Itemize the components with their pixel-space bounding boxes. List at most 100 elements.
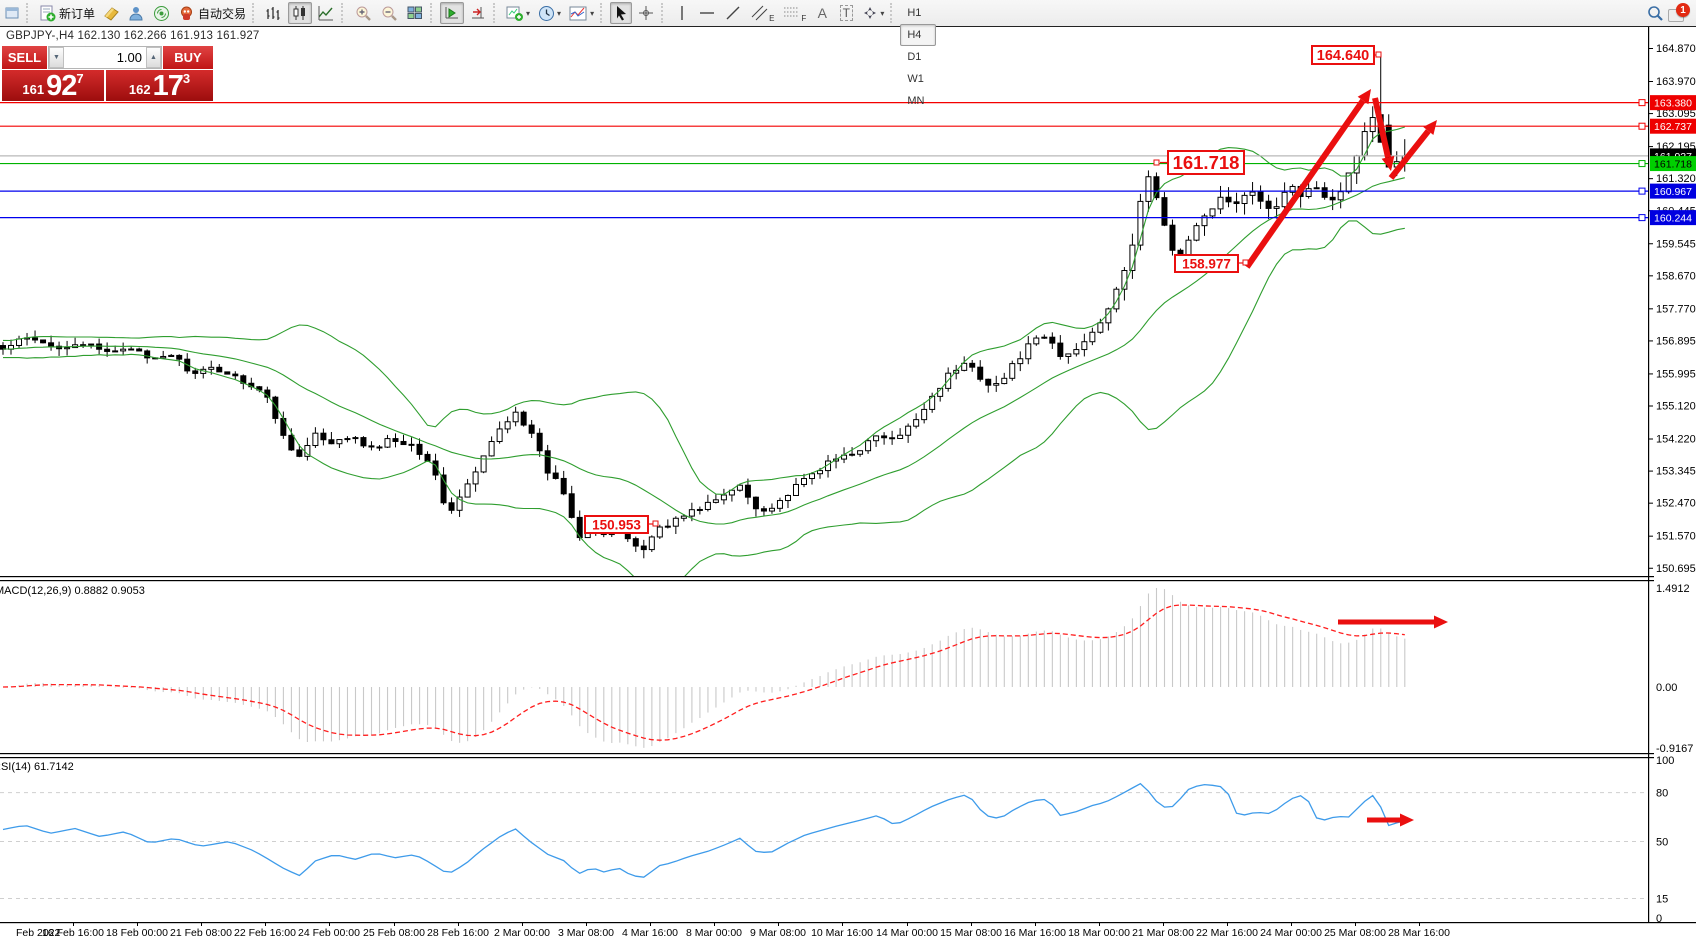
periods-button[interactable]: ▾ bbox=[535, 2, 564, 24]
toolbar-grip bbox=[600, 3, 607, 23]
toolbar-grip bbox=[661, 3, 668, 23]
line-anchor-square[interactable] bbox=[1639, 123, 1645, 129]
hline-tool-button[interactable] bbox=[695, 2, 719, 24]
panel-separator[interactable] bbox=[0, 576, 1654, 577]
new-order-button[interactable]: 新订单 bbox=[36, 2, 98, 24]
time-tick-label: 8 Mar 00:00 bbox=[686, 927, 742, 939]
sell-price-display[interactable]: 161 92 7 bbox=[2, 70, 106, 101]
label-anchor-square[interactable] bbox=[1243, 260, 1248, 265]
text-tool-icon: A bbox=[818, 5, 827, 21]
line-anchor-square[interactable] bbox=[1639, 161, 1645, 167]
shapes-tool-button[interactable]: ▾ bbox=[859, 2, 887, 24]
sell-button[interactable]: SELL bbox=[2, 46, 48, 69]
tf-button-h1[interactable]: H1 bbox=[900, 2, 935, 24]
time-tick-label: 25 Feb 08:00 bbox=[363, 927, 425, 939]
time-tick-label: 21 Mar 08:00 bbox=[1132, 927, 1194, 939]
bar-chart-button[interactable] bbox=[262, 2, 286, 24]
buy-price-display[interactable]: 162 17 3 bbox=[106, 70, 213, 101]
panel-separator[interactable] bbox=[0, 580, 1654, 581]
line-anchor-square[interactable] bbox=[1639, 215, 1645, 221]
price-tick-label: 152.470 bbox=[1656, 498, 1696, 510]
chart-canvas[interactable]: 164.870163.970163.095162.195161.320160.4… bbox=[0, 0, 1696, 943]
text-tool-button[interactable]: A bbox=[811, 2, 833, 24]
auto-scroll-button[interactable] bbox=[440, 2, 464, 24]
zoom-out-icon bbox=[380, 4, 398, 22]
crosshair-tool-button[interactable] bbox=[634, 2, 658, 24]
chart-shift-button[interactable] bbox=[466, 2, 490, 24]
price-tag-label: 160.244 bbox=[1654, 213, 1692, 225]
window-icon[interactable] bbox=[1, 2, 23, 24]
time-tick-label: 22 Mar 16:00 bbox=[1196, 927, 1258, 939]
label-anchor-square[interactable] bbox=[653, 521, 658, 526]
label-anchor-square[interactable] bbox=[1376, 52, 1381, 57]
price-tick-label: 155.120 bbox=[1656, 401, 1696, 413]
line-anchor-square[interactable] bbox=[1639, 100, 1645, 106]
channel-tool-button[interactable]: E bbox=[747, 2, 777, 24]
label-anchor-square[interactable] bbox=[1154, 160, 1159, 165]
line-chart-icon bbox=[317, 4, 335, 22]
cursor-tool-button[interactable] bbox=[610, 2, 632, 24]
label-tool-button[interactable]: T bbox=[835, 2, 857, 24]
buy-button[interactable]: BUY bbox=[162, 46, 213, 69]
price-tick-label: 164.870 bbox=[1656, 43, 1696, 55]
rsi-tick-label: 50 bbox=[1656, 837, 1668, 849]
time-tick-label: 2 Mar 00:00 bbox=[494, 927, 550, 939]
zoom-out-button[interactable] bbox=[377, 2, 401, 24]
crosshair-icon bbox=[637, 4, 655, 22]
volume-decrement-button[interactable]: ▼ bbox=[49, 47, 64, 68]
timeframe-group: M1M5M15M30H1H4D1W1MN bbox=[899, 0, 936, 112]
buy-price-base: 162 bbox=[129, 80, 151, 100]
notifications-button[interactable]: 1 bbox=[1668, 3, 1690, 23]
ohlc-bars-icon bbox=[265, 4, 283, 22]
panel-separator[interactable] bbox=[0, 757, 1654, 758]
triangle-up-icon: ▲ bbox=[150, 54, 157, 61]
tile-windows-button[interactable] bbox=[403, 2, 427, 24]
price-tick-label: 153.345 bbox=[1656, 466, 1696, 478]
new-order-icon bbox=[39, 5, 56, 22]
price-tick-label: 155.995 bbox=[1656, 368, 1696, 380]
tile-windows-icon bbox=[406, 4, 424, 22]
tf-button-w1[interactable]: W1 bbox=[900, 68, 935, 90]
fibonacci-icon bbox=[782, 4, 801, 22]
time-tick-label: 4 Mar 16:00 bbox=[622, 927, 678, 939]
chevron-down-icon: ▾ bbox=[526, 9, 530, 18]
tf-button-mn[interactable]: MN bbox=[900, 90, 935, 112]
time-tick-label: 25 Mar 08:00 bbox=[1324, 927, 1386, 939]
trendline-tool-button[interactable] bbox=[721, 2, 745, 24]
indicators-button[interactable]: ▾ bbox=[566, 2, 597, 24]
vertical-line-icon bbox=[675, 4, 689, 22]
time-tick-label: 28 Feb 16:00 bbox=[427, 927, 489, 939]
marketwatch-button[interactable] bbox=[100, 2, 123, 24]
toolbar-grip bbox=[252, 3, 259, 23]
community-button[interactable] bbox=[125, 2, 148, 24]
volume-input[interactable]: 1.00 bbox=[64, 50, 146, 65]
rsi-tick-label: 0 bbox=[1656, 913, 1662, 925]
mt4-window: { "toolbar": { "new_order_label": "新订单",… bbox=[0, 0, 1696, 943]
signals-button[interactable] bbox=[150, 2, 173, 24]
new-chart-button[interactable]: ▾ bbox=[503, 2, 533, 24]
volume-increment-button[interactable]: ▲ bbox=[146, 47, 161, 68]
tf-button-h4[interactable]: H4 bbox=[900, 24, 935, 46]
tf-button-d1[interactable]: D1 bbox=[900, 46, 935, 68]
time-tick-label: 24 Feb 00:00 bbox=[298, 927, 360, 939]
panel-separator[interactable] bbox=[0, 753, 1654, 754]
zoom-in-button[interactable] bbox=[351, 2, 375, 24]
line-chart-button[interactable] bbox=[314, 2, 338, 24]
notification-count-badge: 1 bbox=[1676, 3, 1690, 17]
line-anchor-square[interactable] bbox=[1639, 188, 1645, 194]
time-tick-label: 24 Mar 00:00 bbox=[1260, 927, 1322, 939]
rsi-tick-label: 80 bbox=[1656, 788, 1668, 800]
price-tick-label: 159.545 bbox=[1656, 238, 1696, 250]
fibo-tool-button[interactable]: F bbox=[779, 2, 809, 24]
arrows-shape-icon bbox=[862, 5, 878, 21]
price-label-text: 158.977 bbox=[1182, 256, 1231, 271]
rsi-tick-label: 100 bbox=[1656, 755, 1674, 767]
new-chart-icon bbox=[506, 5, 524, 22]
vline-tool-button[interactable] bbox=[671, 2, 693, 24]
rsi-label: RSI(14) 61.7142 bbox=[0, 761, 74, 773]
search-button[interactable] bbox=[1643, 2, 1667, 24]
auto-trading-button[interactable]: 自动交易 bbox=[175, 2, 249, 24]
candlestick-chart-button[interactable] bbox=[288, 2, 312, 24]
toolbar: 新订单 自动交易 ▾ ▾ ▾ E F A T ▾ M1M5M15M30H1H4D… bbox=[0, 0, 1696, 27]
price-tag-label: 163.380 bbox=[1654, 98, 1692, 110]
